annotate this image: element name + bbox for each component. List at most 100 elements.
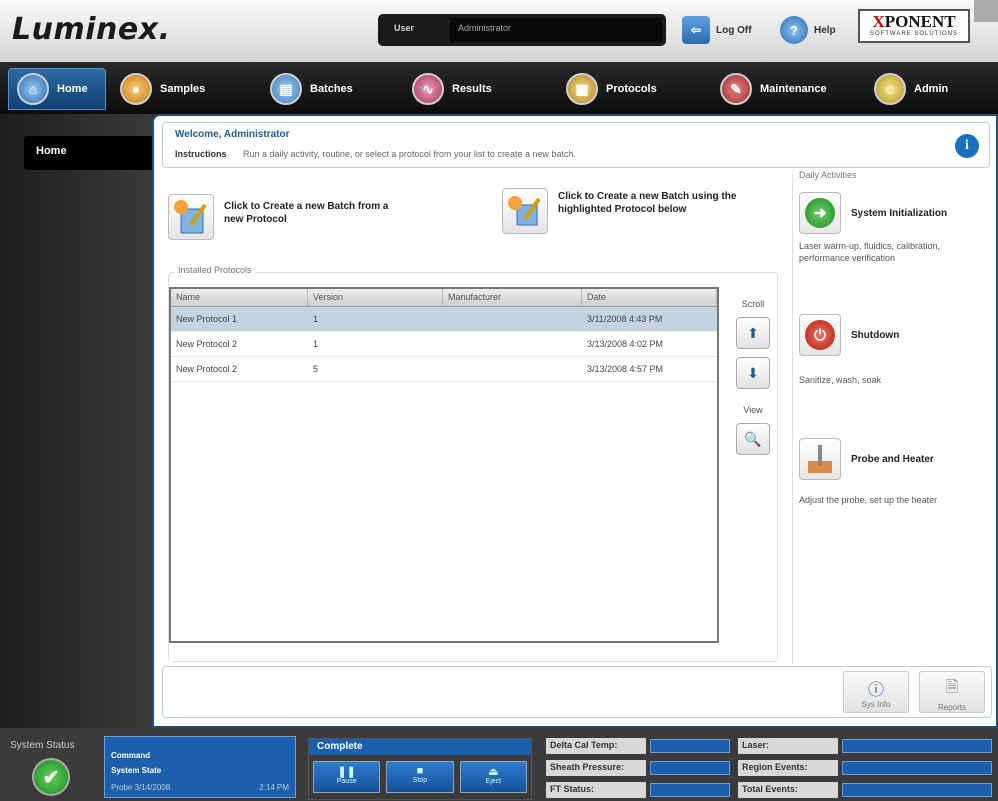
maintenance-icon: ✎	[720, 73, 752, 105]
complete-label: Complete	[309, 739, 531, 755]
arrow-down-icon: ⬇	[747, 364, 759, 381]
state-value: Probe 3/14/2008	[111, 783, 171, 792]
sidebar: Home	[0, 114, 152, 728]
window-corner	[974, 0, 998, 22]
probe-heater-title: Probe and Heater	[851, 453, 934, 465]
col-name[interactable]: Name	[171, 289, 308, 306]
protocols-icon: ▦	[566, 73, 598, 105]
state-time: 2:14 PM	[259, 783, 289, 792]
tab-home[interactable]: ⌂ Home	[8, 68, 106, 110]
magnifier-icon: 🔍	[744, 430, 762, 447]
sheath-pressure-meter: Sheath Pressure:	[546, 760, 730, 776]
system-init-desc: Laser warm-up, fluidics, calibration, pe…	[799, 241, 941, 263]
new-batch-icon	[168, 194, 214, 240]
col-version[interactable]: Version	[308, 289, 444, 306]
user-value: Administrator	[450, 18, 662, 42]
help-icon: ?	[780, 16, 808, 44]
state-label: System State	[111, 766, 162, 775]
sidebar-item-home[interactable]: Home	[24, 136, 152, 170]
help-button[interactable]: ? Help	[780, 16, 836, 44]
region-events-meter: Region Events:	[738, 760, 992, 776]
table-header: Name Version Manufacturer Date	[171, 289, 718, 307]
col-date[interactable]: Date	[582, 289, 718, 306]
tab-batches[interactable]: ▤ Batches	[262, 68, 394, 110]
system-init-button[interactable]: ➜	[799, 192, 841, 234]
user-label: User	[394, 23, 415, 33]
sys-info-button[interactable]: ⓘ Sys Info	[843, 671, 909, 713]
arrow-up-icon: ⬆	[747, 324, 759, 341]
main-panel: Welcome, Administrator Instructions Run …	[152, 114, 998, 728]
status-ok-icon[interactable]: ✔	[32, 758, 70, 796]
run-controls: Complete ❚❚ Pause ■ Stop ⏏ Eject	[308, 738, 532, 800]
bottom-toolbar: ⓘ Sys Info 🗎 Reports	[162, 666, 992, 718]
instructions-label: Instructions	[175, 149, 227, 159]
probe-heater-button[interactable]	[799, 438, 841, 480]
main-nav: ⌂ Home ● Samples ▤ Batches ∿ Results ▦ P…	[0, 62, 998, 114]
total-events-meter: Total Events:	[738, 782, 992, 798]
create-highlighted-label: Click to Create a new Batch using the hi…	[558, 191, 737, 215]
eject-icon: ⏏	[488, 766, 499, 778]
shutdown-desc: Sanitize, wash, soak	[799, 375, 882, 385]
create-new-protocol-label: Click to Create a new Batch from a new P…	[224, 201, 389, 225]
create-batch-new-protocol-button[interactable]: Click to Create a new Batch from a new P…	[168, 194, 408, 240]
xponent-logo: XPONENT SOFTWARE SOLUTIONS	[858, 9, 970, 43]
info-icon[interactable]: i	[955, 134, 979, 158]
report-icon: 🗎	[945, 679, 959, 696]
logoff-button[interactable]: ⇦ Log Off	[682, 16, 752, 44]
welcome-box: Welcome, Administrator Instructions Run …	[162, 122, 990, 168]
tab-results[interactable]: ∿ Results	[404, 68, 544, 110]
installed-protocols-label: Installed Protocols	[175, 265, 255, 275]
stop-icon: ■	[416, 765, 424, 777]
scroll-up-button[interactable]: ⬆	[736, 317, 770, 349]
tab-samples[interactable]: ● Samples	[112, 68, 252, 110]
daily-activities: Daily Activities ➜ System Initialization…	[792, 170, 992, 664]
shutdown-button[interactable]: ⏻	[799, 314, 841, 356]
instructions-text: Run a daily activity, routine, or select…	[243, 149, 576, 159]
pause-icon: ❚❚	[337, 766, 356, 778]
protocols-table: Name Version Manufacturer Date New Proto…	[169, 287, 719, 643]
create-batch-highlighted-protocol-button[interactable]: Click to Create a new Batch using the hi…	[502, 188, 752, 234]
scroll-down-button[interactable]: ⬇	[736, 357, 770, 389]
installed-protocols-group: Installed Protocols Name Version Manufac…	[168, 265, 778, 662]
tab-maintenance[interactable]: ✎ Maintenance	[712, 68, 860, 110]
stop-button[interactable]: ■ Stop	[386, 761, 454, 793]
table-row[interactable]: New Protocol 2 1 3/13/2008 4:02 PM	[171, 332, 717, 357]
table-row[interactable]: New Protocol 2 5 3/13/2008 4:57 PM	[171, 357, 717, 382]
laser-meter: Laser:	[738, 738, 992, 754]
welcome-title: Welcome, Administrator	[175, 129, 290, 140]
scroll-label: Scroll	[741, 299, 765, 309]
samples-icon: ●	[120, 73, 152, 105]
delta-cal-temp-meter: Delta Cal Temp:	[546, 738, 730, 754]
system-initialization-item: ➜ System Initialization Laser warm-up, f…	[799, 192, 989, 264]
batches-icon: ▤	[270, 73, 302, 105]
view-button[interactable]: 🔍	[736, 423, 770, 455]
admin-icon: ☺	[874, 73, 906, 105]
ft-status-meter: FT Status:	[546, 782, 730, 798]
probe-heater-item: Probe and Heater Adjust the probe, set u…	[799, 438, 989, 506]
system-init-title: System Initialization	[851, 207, 948, 219]
view-label: View	[743, 405, 763, 415]
probe-heater-desc: Adjust the probe, set up the heater	[799, 495, 938, 505]
results-icon: ∿	[412, 73, 444, 105]
shutdown-title: Shutdown	[851, 329, 900, 341]
probe-heater-icon	[808, 445, 832, 473]
table-row[interactable]: New Protocol 1 1 3/11/2008 4:43 PM	[171, 307, 717, 332]
reports-button[interactable]: 🗎 Reports	[919, 671, 985, 713]
system-init-icon: ➜	[805, 198, 835, 228]
system-status-label: System Status	[10, 740, 75, 751]
eject-button[interactable]: ⏏ Eject	[459, 761, 527, 793]
power-icon: ⏻	[805, 320, 835, 350]
tab-admin[interactable]: ☺ Admin	[866, 68, 994, 110]
app-header: Luminex. User Administrator ⇦ Log Off ? …	[0, 0, 998, 62]
sys-info-icon: ⓘ	[867, 682, 884, 699]
highlighted-batch-icon	[502, 188, 548, 234]
luminex-logo: Luminex.	[12, 12, 171, 47]
user-box: User Administrator	[378, 14, 666, 46]
col-manufacturer[interactable]: Manufacturer	[443, 289, 582, 306]
command-label: Command	[111, 751, 151, 760]
daily-activities-label: Daily Activities	[799, 170, 857, 180]
pause-button[interactable]: ❚❚ Pause	[313, 761, 381, 793]
home-icon: ⌂	[17, 73, 49, 105]
tab-protocols[interactable]: ▦ Protocols	[558, 68, 698, 110]
shutdown-item: ⏻ Shutdown Sanitize, wash, soak	[799, 314, 989, 386]
